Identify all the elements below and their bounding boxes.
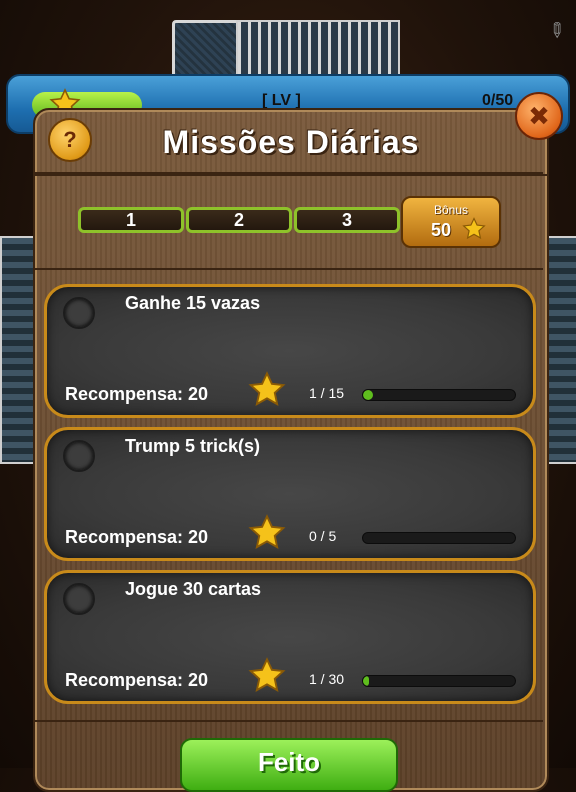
mission-progress-text: 1 / 15 [309, 385, 345, 401]
mission-reward: Recompensa: 20 [65, 527, 209, 547]
mission-progress-bar [362, 675, 516, 687]
segment-1: 1 [78, 207, 184, 233]
circle-checkbox-icon[interactable] [63, 583, 95, 615]
segments-divider [35, 268, 543, 270]
mission-reward: Recompensa: 20 [65, 384, 209, 404]
mission-progress-fill [363, 390, 374, 400]
background-card-stack-left [0, 236, 36, 464]
circle-checkbox-icon[interactable] [63, 440, 95, 472]
star-icon [248, 657, 286, 692]
mission-reward: Recompensa: 20 [65, 670, 209, 690]
close-icon: ✖ [528, 100, 550, 131]
bonus-reward: Bônus 50 [401, 196, 501, 248]
mission-card: Ganhe 15 vazas Recompensa: 20 1 / 15 [44, 284, 536, 418]
dialog-header: Missões Diárias [35, 110, 547, 176]
bonus-label: Bônus [433, 203, 469, 217]
bonus-value: 50 [431, 220, 452, 240]
mission-title: Ganhe 15 vazas [125, 293, 261, 313]
mission-progress-text: 0 / 5 [309, 528, 337, 544]
dialog-title: Missões Diárias [162, 124, 420, 160]
mission-segments: 1 2 3 [78, 207, 400, 233]
mission-card: Jogue 30 cartas Recompensa: 20 1 / 30 [44, 570, 536, 704]
background-card-stack-right [545, 236, 576, 464]
circle-checkbox-icon[interactable] [63, 297, 95, 329]
mission-card: Trump 5 trick(s) Recompensa: 20 0 / 5 [44, 427, 536, 561]
star-icon [462, 217, 486, 240]
mission-progress-bar [362, 532, 516, 544]
missions-divider [35, 720, 543, 722]
done-button[interactable]: Feito [180, 738, 398, 792]
close-button[interactable]: ✖ [515, 92, 563, 140]
segment-3: 3 [294, 207, 400, 233]
mission-progress-bar [362, 389, 516, 401]
segment-2: 2 [186, 207, 292, 233]
star-icon [248, 371, 286, 406]
pencil-icon[interactable]: ✎ [542, 16, 572, 46]
mission-progress-text: 1 / 30 [309, 671, 345, 687]
help-button[interactable]: ? [48, 118, 92, 162]
star-icon [248, 514, 286, 549]
mission-progress-fill [363, 676, 370, 686]
mission-title: Trump 5 trick(s) [125, 436, 261, 456]
header-divider [35, 172, 543, 174]
question-icon: ? [63, 127, 77, 152]
mission-title: Jogue 30 cartas [125, 579, 262, 599]
